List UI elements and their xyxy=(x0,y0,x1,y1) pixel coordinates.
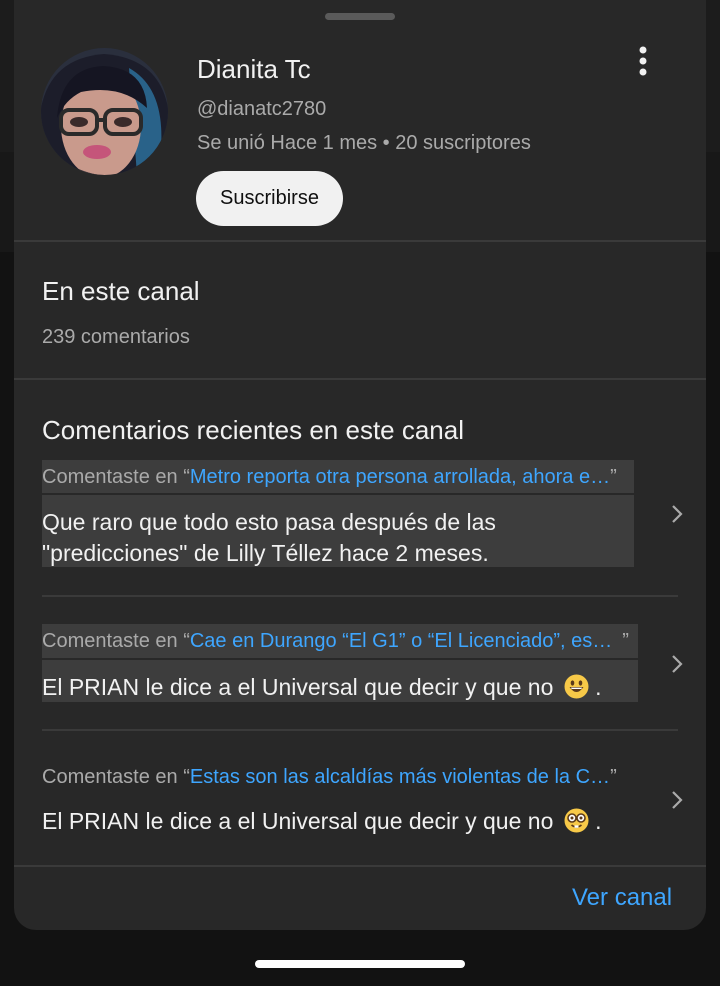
chevron-right-icon xyxy=(670,654,684,674)
commented-on-line: Comentaste en “Cae en Durango “El G1” o … xyxy=(42,630,629,653)
commented-on-suffix: ” xyxy=(610,466,617,488)
comment-item[interactable]: Comentaste en “Metro reporta otra person… xyxy=(42,460,683,570)
home-indicator[interactable] xyxy=(255,960,465,968)
on-channel-title: En este canal xyxy=(42,276,200,306)
comment-line: El PRIAN le dice a el Universal que deci… xyxy=(42,674,554,700)
divider xyxy=(14,240,706,242)
commented-on-line: Comentaste en “Metro reporta otra person… xyxy=(42,466,617,489)
subscribe-button[interactable]: Suscribirse xyxy=(196,171,343,226)
video-title-link[interactable]: Metro reporta otra persona arrollada, ah… xyxy=(190,466,610,488)
commented-on-prefix: Comentaste en “ xyxy=(42,466,190,488)
comment-count: 239 comentarios xyxy=(42,326,190,348)
recent-comments-title: Comentarios recientes en este canal xyxy=(42,415,465,445)
drag-handle[interactable] xyxy=(325,13,395,20)
more-options-icon[interactable] xyxy=(626,42,660,82)
divider xyxy=(14,865,706,867)
channel-name: Dianita Tc xyxy=(197,54,311,84)
comment-line: El PRIAN le dice a el Universal que deci… xyxy=(42,808,554,834)
comment-text: El PRIAN le dice a el Universal que deci… xyxy=(42,674,602,700)
comment-line: Que raro que todo esto pasa después de l… xyxy=(42,509,496,535)
nerd-face-icon xyxy=(564,808,589,833)
video-title-link[interactable]: Cae en Durango “El G1” o “El Licenciado”… xyxy=(190,630,612,652)
channel-meta: Se unió Hace 1 mes • 20 suscriptores xyxy=(197,132,531,154)
commented-on-prefix: Comentaste en “ xyxy=(42,630,190,652)
commented-on-line: Comentaste en “Estas son las alcaldías m… xyxy=(42,766,617,789)
comment-text: El PRIAN le dice a el Universal que deci… xyxy=(42,808,602,834)
avatar-photo xyxy=(41,48,168,175)
comment-line: "predicciones" de Lilly Téllez hace 2 me… xyxy=(42,540,489,566)
comment-text: Que raro que todo esto pasa después de l… xyxy=(42,507,496,569)
view-channel-link[interactable]: Ver canal xyxy=(572,884,672,912)
commented-on-suffix: ” xyxy=(622,630,629,652)
divider xyxy=(42,595,678,597)
channel-bottom-sheet: Dianita Tc @dianatc2780 Se unió Hace 1 m… xyxy=(14,0,706,930)
commented-on-suffix: ” xyxy=(610,766,617,788)
commented-on-prefix: Comentaste en “ xyxy=(42,766,190,788)
divider xyxy=(42,729,678,731)
grinning-face-icon xyxy=(564,674,589,699)
divider xyxy=(14,378,706,380)
avatar[interactable] xyxy=(41,48,168,175)
comment-item[interactable]: Comentaste en “Estas son las alcaldías m… xyxy=(42,760,683,840)
video-title-link[interactable]: Estas son las alcaldías más violentas de… xyxy=(190,766,610,788)
comment-item[interactable]: Comentaste en “Cae en Durango “El G1” o … xyxy=(42,624,683,704)
chevron-right-icon xyxy=(670,790,684,810)
channel-handle: @dianatc2780 xyxy=(197,98,327,120)
chevron-right-icon xyxy=(670,504,684,524)
